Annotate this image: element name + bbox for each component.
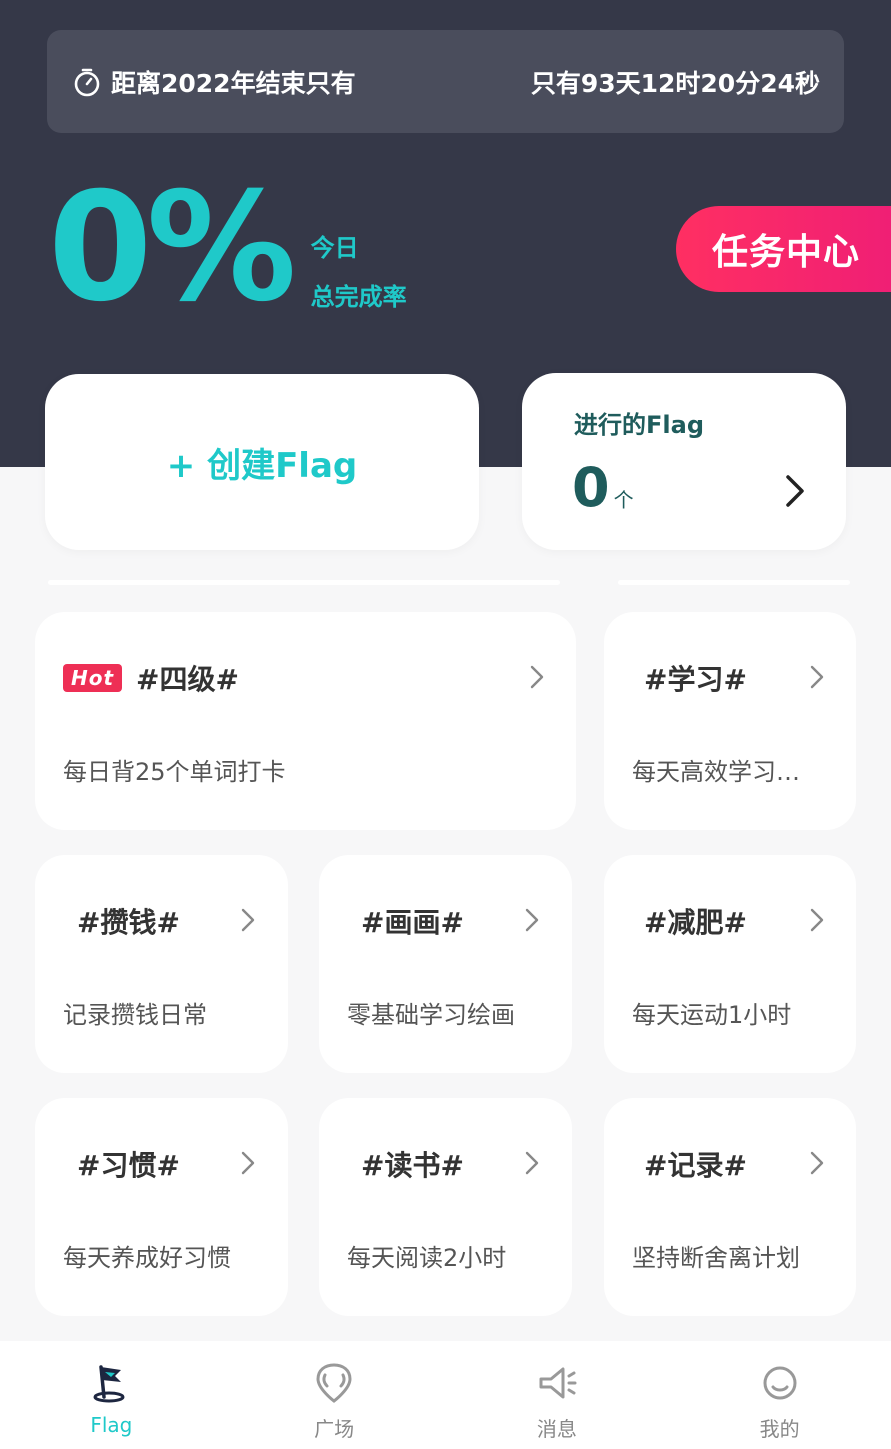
topic-title: #减肥# xyxy=(644,906,747,939)
topic-subtitle: 每日背25个单词打卡 xyxy=(63,758,286,786)
topic-subtitle: 记录攒钱日常 xyxy=(63,1001,207,1029)
tab-profile[interactable]: 我的 xyxy=(668,1341,891,1449)
ongoing-flag-title: 进行的Flag xyxy=(574,411,704,439)
topic-title: #记录# xyxy=(644,1149,747,1182)
topic-card-drawing[interactable]: #画画# 零基础学习绘画 xyxy=(319,855,572,1073)
ongoing-flag-card[interactable]: 进行的Flag 0 个 xyxy=(522,373,846,550)
topic-title: #攒钱# xyxy=(77,906,180,939)
stopwatch-icon xyxy=(74,68,100,96)
chevron-right-icon xyxy=(810,908,824,932)
tab-messages[interactable]: 消息 xyxy=(446,1341,669,1449)
chevron-right-icon xyxy=(786,475,804,507)
chevron-right-icon xyxy=(241,1151,255,1175)
topic-card-habit[interactable]: #习惯# 每天养成好习惯 xyxy=(35,1098,288,1316)
ongoing-flag-count: 0 xyxy=(572,456,610,519)
chevron-right-icon xyxy=(810,665,824,689)
bottom-tab-bar: Flag 广场 消息 我的 xyxy=(0,1341,891,1449)
topic-title: #学习# xyxy=(644,663,747,696)
topic-subtitle: 每天阅读2小时 xyxy=(347,1244,507,1272)
tab-flag[interactable]: Flag xyxy=(0,1341,223,1449)
task-center-button[interactable]: 任务中心 xyxy=(676,206,891,292)
hot-badge: Hot xyxy=(63,664,123,692)
topic-card-record[interactable]: #记录# 坚持断舍离计划 xyxy=(604,1098,856,1316)
topic-subtitle: 坚持断舍离计划 xyxy=(632,1244,800,1272)
topic-title: #习惯# xyxy=(77,1149,180,1182)
flag-icon xyxy=(93,1365,125,1403)
tab-label: 我的 xyxy=(759,1417,800,1441)
ongoing-flag-unit: 个 xyxy=(613,488,634,512)
plaza-icon xyxy=(316,1363,352,1403)
topic-title: #画画# xyxy=(361,906,464,939)
megaphone-icon xyxy=(539,1367,577,1399)
topic-subtitle: 每天养成好习惯 xyxy=(63,1244,231,1272)
topic-card-saving[interactable]: #攒钱# 记录攒钱日常 xyxy=(35,855,288,1073)
divider xyxy=(48,580,560,585)
topic-subtitle: 每天运动1小时 xyxy=(632,1001,792,1029)
divider xyxy=(618,580,850,585)
topic-title: #读书# xyxy=(361,1149,464,1182)
topic-title: #四级# xyxy=(136,663,239,696)
topic-card-fitness[interactable]: #减肥# 每天运动1小时 xyxy=(604,855,856,1073)
topic-subtitle: 每天高效学习… xyxy=(632,758,800,786)
create-flag-label: + 创建Flag xyxy=(166,445,358,486)
chevron-right-icon xyxy=(241,908,255,932)
countdown-value: 只有93天12时20分24秒 xyxy=(530,68,820,98)
task-center-label: 任务中心 xyxy=(712,232,861,273)
tab-label: 广场 xyxy=(314,1417,355,1441)
tab-plaza[interactable]: 广场 xyxy=(223,1341,446,1449)
topic-card-cet4[interactable]: Hot #四级# 每日背25个单词打卡 xyxy=(35,612,576,830)
completion-percent: 0% xyxy=(48,161,297,335)
countdown-label: 距离2022年结束只有 xyxy=(111,68,356,98)
profile-icon xyxy=(763,1366,797,1400)
create-flag-button[interactable]: + 创建Flag xyxy=(45,374,479,550)
topic-subtitle: 零基础学习绘画 xyxy=(347,1001,515,1029)
chevron-right-icon xyxy=(810,1151,824,1175)
chevron-right-icon xyxy=(530,665,544,689)
chevron-right-icon xyxy=(525,1151,539,1175)
completion-rate: 0% 今日 总完成率 xyxy=(48,161,407,335)
topic-card-study[interactable]: #学习# 每天高效学习… xyxy=(604,612,856,830)
completion-label-today: 今日 xyxy=(310,234,359,262)
countdown-bar: 距离2022年结束只有 只有93天12时20分24秒 xyxy=(47,30,844,133)
chevron-right-icon xyxy=(525,908,539,932)
completion-label-total: 总完成率 xyxy=(310,283,407,311)
tab-label: Flag xyxy=(90,1413,133,1437)
tab-label: 消息 xyxy=(536,1417,577,1441)
topic-card-reading[interactable]: #读书# 每天阅读2小时 xyxy=(319,1098,572,1316)
